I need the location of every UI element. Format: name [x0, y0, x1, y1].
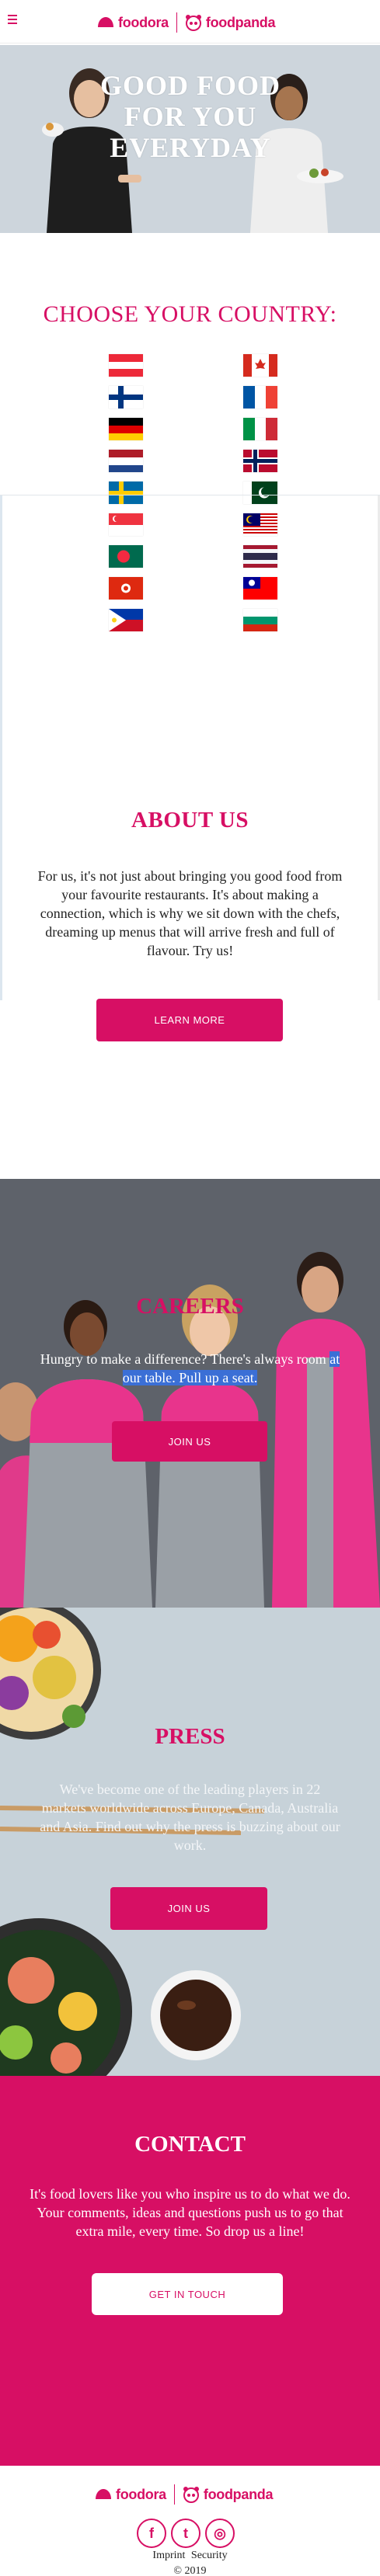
foodpanda-logo-text: foodpanda: [205, 14, 276, 30]
foodora-logo[interactable]: foodora: [97, 15, 169, 31]
careers-section: CAREERS Hungry to make a difference? The…: [0, 1179, 380, 1608]
contact-section: CONTACT It's food lovers like you who in…: [0, 2076, 380, 2466]
twitter-icon[interactable]: t: [171, 2519, 200, 2548]
foodora-icon: [96, 2489, 111, 2499]
imprint-link[interactable]: Imprint: [152, 2550, 185, 2561]
foodpanda-logo[interactable]: foodpanda: [185, 14, 275, 31]
flag-germany[interactable]: [109, 418, 143, 440]
footer-foodora-logo[interactable]: foodora: [95, 2487, 166, 2503]
flag-netherlands[interactable]: [109, 450, 143, 472]
flag-finland[interactable]: [109, 386, 143, 408]
instagram-icon[interactable]: ◎: [205, 2519, 235, 2548]
flag-malaysia[interactable]: [243, 513, 277, 536]
learn-more-button[interactable]: LEARN MORE: [96, 999, 283, 1041]
flag-sweden[interactable]: [109, 481, 143, 504]
hero-title: GOOD FOOD FOR YOU EVERYDAY: [100, 70, 281, 163]
hero-banner: GOOD FOOD FOR YOU EVERYDAY: [0, 45, 380, 233]
get-in-touch-button[interactable]: GET IN TOUCH: [92, 2273, 283, 2315]
site-header: foodora foodpanda: [0, 0, 380, 43]
flag-italy[interactable]: [243, 418, 277, 440]
footer-foodpanda-logo-text: foodpanda: [203, 2486, 274, 2502]
careers-background-image: [0, 1179, 380, 1608]
social-links: f t ◎: [137, 2519, 235, 2548]
flag-bangladesh[interactable]: [109, 545, 143, 568]
site-footer: foodora foodpanda f t ◎ Imprint Security…: [0, 2466, 380, 2576]
footer-foodora-logo-text: foodora: [116, 2486, 166, 2502]
flag-austria[interactable]: [109, 354, 143, 377]
flag-canada[interactable]: [243, 354, 277, 377]
press-title: PRESS: [155, 1724, 225, 1749]
press-join-us-button[interactable]: JOIN US: [110, 1887, 267, 1930]
contact-title: CONTACT: [134, 2132, 246, 2157]
copyright-text: © 2019: [173, 2565, 207, 2576]
choose-country-title: CHOOSE YOUR COUNTRY:: [43, 301, 337, 327]
careers-join-us-button[interactable]: JOIN US: [112, 1421, 267, 1462]
flag-bulgaria[interactable]: [243, 609, 277, 631]
left-edge-bar: [0, 495, 2, 1000]
flag-pakistan[interactable]: [243, 481, 277, 504]
contact-text: It's food lovers like you who inspire us…: [30, 2186, 350, 2239]
foodora-icon: [98, 17, 113, 27]
footer-logos[interactable]: foodora foodpanda: [95, 2483, 273, 2506]
careers-text-part1: Hungry to make a difference? There's alw…: [40, 1351, 330, 1367]
footer-foodpanda-logo[interactable]: foodpanda: [183, 2486, 273, 2503]
hamburger-menu-icon[interactable]: [8, 12, 25, 30]
flag-thailand[interactable]: [243, 545, 277, 568]
flag-norway[interactable]: [243, 450, 277, 472]
footer-links: Imprint Security: [0, 2550, 380, 2562]
flag-taiwan[interactable]: [243, 577, 277, 600]
about-title: ABOUT US: [131, 808, 249, 833]
flag-france[interactable]: [243, 386, 277, 408]
flag-singapore[interactable]: [109, 513, 143, 536]
panda-icon: [183, 2487, 199, 2503]
careers-title: CAREERS: [136, 1294, 244, 1319]
flag-hong-kong[interactable]: [109, 577, 143, 600]
logo-divider: [176, 12, 177, 33]
footer-logo-divider: [173, 2484, 175, 2505]
header-logos[interactable]: foodora foodpanda: [97, 11, 275, 34]
flag-philippines[interactable]: [109, 609, 143, 631]
press-section: PRESS We've become one of the leading pl…: [0, 1608, 380, 2076]
foodora-logo-text: foodora: [118, 14, 169, 30]
panda-icon: [185, 15, 201, 31]
about-text: For us, it's not just about bringing you…: [37, 868, 343, 958]
press-text: We've become one of the leading players …: [40, 1782, 340, 1853]
careers-text: Hungry to make a difference? There's alw…: [37, 1350, 343, 1387]
security-link[interactable]: Security: [191, 2550, 228, 2561]
facebook-icon[interactable]: f: [137, 2519, 166, 2548]
